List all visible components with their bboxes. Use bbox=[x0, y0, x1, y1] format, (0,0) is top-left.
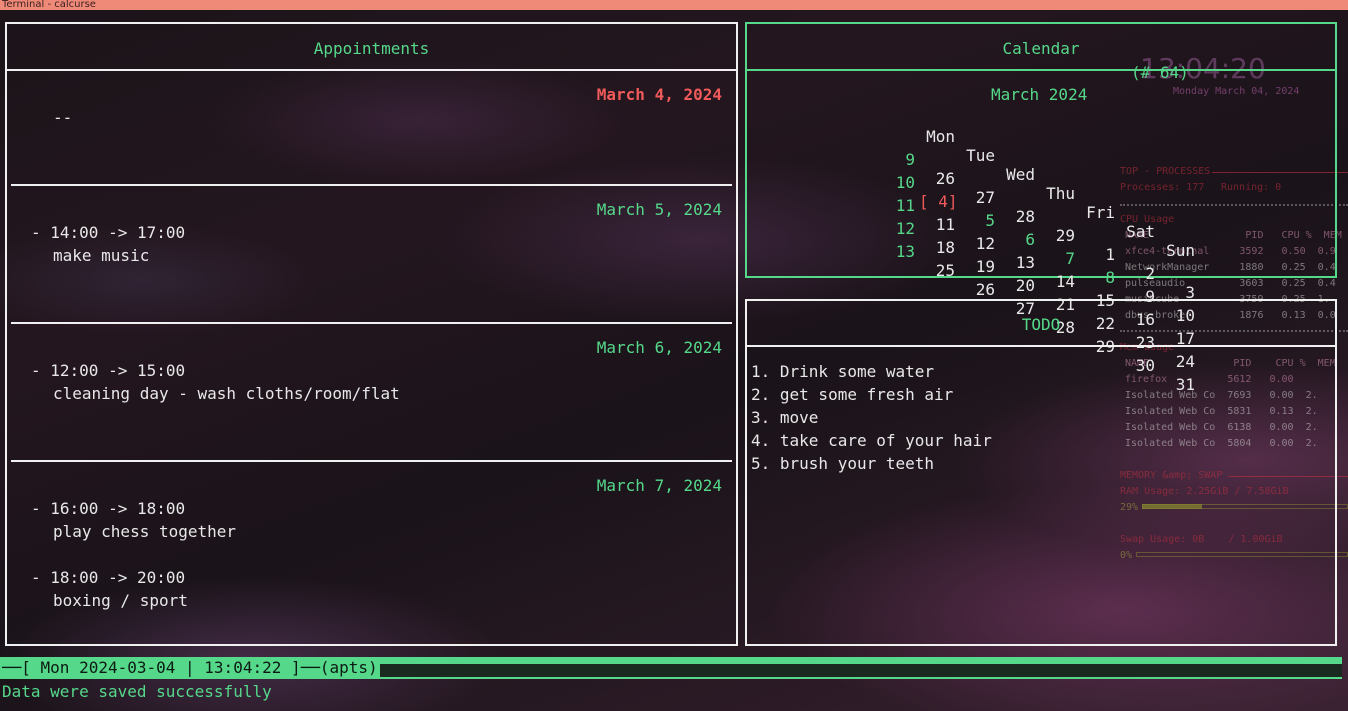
appointments-panel[interactable]: Appointments March 4, 2024 -- March 5, 2… bbox=[5, 22, 738, 646]
week-number: 13 bbox=[895, 242, 915, 261]
todo-item[interactable]: 3. move bbox=[751, 408, 818, 427]
calendar-week-number: (# 64) bbox=[1131, 63, 1189, 82]
status-message: Data were saved successfully bbox=[2, 682, 272, 701]
calendar-day[interactable]: 26 bbox=[959, 280, 995, 299]
day-date: March 5, 2024 bbox=[596, 200, 722, 219]
day-block: March 7, 2024 - 16:00 -> 18:00 play ches… bbox=[11, 473, 732, 633]
day-divider bbox=[11, 184, 732, 186]
todo-panel[interactable]: TODO 1. Drink some water 2. get some fre… bbox=[745, 299, 1337, 646]
todo-item[interactable]: 1. Drink some water bbox=[751, 362, 934, 381]
appointments-title: Appointments bbox=[313, 39, 430, 58]
todo-title-divider bbox=[747, 345, 1335, 347]
day-block: March 4, 2024 -- bbox=[11, 82, 732, 182]
day-date-current: March 4, 2024 bbox=[596, 85, 722, 104]
todo-item[interactable]: 5. brush your teeth bbox=[751, 454, 934, 473]
appointments-title-divider bbox=[7, 69, 736, 71]
todo-item[interactable]: 4. take care of your hair bbox=[751, 431, 992, 450]
window-title: Terminal - calcurse bbox=[2, 0, 96, 10]
appointment-time[interactable]: - 12:00 -> 15:00 bbox=[31, 361, 185, 380]
appointment-time[interactable]: - 14:00 -> 17:00 bbox=[31, 223, 185, 242]
day-block: March 5, 2024 - 14:00 -> 17:00 make musi… bbox=[11, 197, 732, 317]
calendar-month: March 2024 bbox=[991, 85, 1088, 104]
appointment-time[interactable]: - 16:00 -> 18:00 bbox=[31, 499, 185, 518]
appointment-description[interactable]: boxing / sport bbox=[53, 591, 188, 610]
appointment-empty[interactable]: -- bbox=[53, 108, 72, 127]
todo-title: TODO bbox=[1021, 315, 1061, 334]
day-date: March 6, 2024 bbox=[596, 338, 722, 357]
status-bar-content: [ Mon 2024-03-04 | 13:04:22 ]──(apts) bbox=[21, 658, 378, 677]
day-divider bbox=[11, 322, 732, 324]
appointment-time[interactable]: - 18:00 -> 20:00 bbox=[31, 568, 185, 587]
todo-item[interactable]: 2. get some fresh air bbox=[751, 385, 953, 404]
status-bar-text: ──[ Mon 2024-03-04 | 13:04:22 ]──(apts) bbox=[0, 658, 380, 678]
day-divider bbox=[11, 460, 732, 462]
day-block: March 6, 2024 - 12:00 -> 15:00 cleaning … bbox=[11, 335, 732, 455]
calendar-title: Calendar bbox=[1002, 39, 1080, 58]
window-titlebar: Terminal - calcurse bbox=[0, 0, 1348, 10]
status-bar: ──[ Mon 2024-03-04 | 13:04:22 ]──(apts) bbox=[0, 657, 1342, 679]
calendar-panel[interactable]: Calendar (# 64) March 2024 Mon Tue Wed T… bbox=[745, 22, 1337, 394]
appointment-description[interactable]: play chess together bbox=[53, 522, 236, 541]
appointment-description[interactable]: cleaning day - wash cloths/room/flat bbox=[53, 384, 400, 403]
day-date: March 7, 2024 bbox=[596, 476, 722, 495]
appointment-description[interactable]: make music bbox=[53, 246, 149, 265]
calendar-day[interactable]: 25 bbox=[919, 261, 955, 280]
calendar-title-divider bbox=[747, 69, 1335, 71]
